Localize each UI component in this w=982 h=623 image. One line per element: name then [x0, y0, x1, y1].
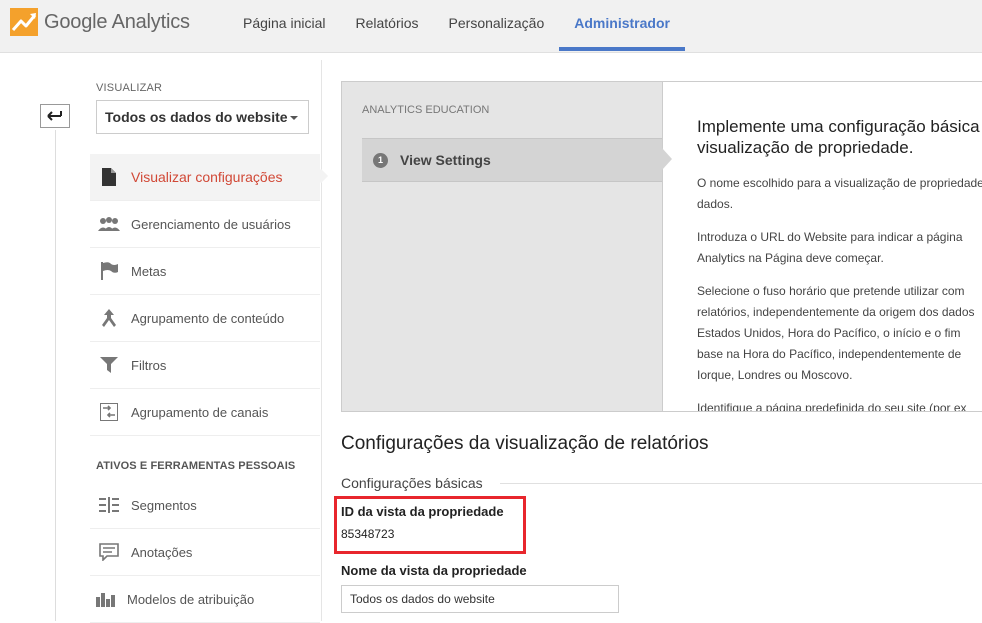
section-personal-tools: ATIVOS E FERRAMENTAS PESSOAIS — [96, 460, 296, 472]
tab-pagina-inicial[interactable]: Página inicial — [228, 0, 341, 51]
view-name-label: Nome da vista da propriedade — [341, 563, 527, 578]
page-title: Configurações da visualização de relatór… — [341, 433, 709, 454]
education-paragraph: Selecione o fuso horário que pretende ut… — [697, 281, 982, 386]
education-heading-line2: visualização de propriedade. — [697, 138, 914, 157]
channel-icon — [98, 402, 120, 422]
view-menu: Visualizar configurações Gerenciamento d… — [90, 154, 320, 436]
sidebar-item-label: Agrupamento de canais — [131, 404, 269, 420]
education-paragraph: Introduza o URL do Website para indicar … — [697, 227, 982, 269]
education-paragraph: O nome escolhido para a visualização de … — [697, 173, 982, 215]
top-bar: Google Analytics Página inicial Relatóri… — [0, 0, 982, 53]
sidebar-item-label: Gerenciamento de usuários — [131, 216, 291, 232]
segments-icon — [98, 495, 120, 515]
education-text-line: Estados Unidos, Hora do Pacífico, o iníc… — [697, 326, 961, 340]
back-button[interactable] — [40, 104, 70, 128]
education-text-line: relatórios, independentemente da origem … — [697, 305, 975, 319]
annotation-icon — [98, 542, 120, 562]
education-label: ANALYTICS EDUCATION — [362, 104, 490, 116]
view-id-label: ID da vista da propriedade — [341, 504, 504, 519]
document-icon — [98, 167, 120, 187]
section-subtitle: Configurações básicas — [341, 475, 483, 491]
view-label: VISUALIZAR — [96, 82, 163, 94]
education-text-line: Selecione o fuso horário que pretende ut… — [697, 284, 965, 298]
section-divider — [500, 483, 982, 484]
sidebar-item-label: Segmentos — [131, 497, 197, 513]
sidebar-item-attribution-models[interactable]: Modelos de atribuição — [90, 576, 320, 623]
main-nav: Página inicial Relatórios Personalização… — [228, 0, 685, 52]
sidebar-divider-line — [55, 130, 56, 621]
brand-analytics: Analytics — [111, 10, 190, 33]
filter-icon — [98, 355, 120, 375]
sidebar-item-segments[interactable]: Segmentos — [90, 482, 320, 529]
merge-icon — [98, 308, 120, 328]
sidebar-item-channel-grouping[interactable]: Agrupamento de canais — [90, 389, 320, 436]
tab-relatorios[interactable]: Relatórios — [341, 0, 434, 51]
view-id-value: 85348723 — [341, 527, 395, 541]
education-paragraph: Identifique a página predefinida do seu … — [697, 398, 982, 412]
sidebar-item-annotations[interactable]: Anotações — [90, 529, 320, 576]
education-content: Implemente uma configuração básica visua… — [697, 116, 982, 412]
view-select-value: Todos os dados do website — [105, 109, 288, 125]
sidebar-item-user-management[interactable]: Gerenciamento de usuários — [90, 201, 320, 248]
flag-icon — [98, 261, 120, 281]
tab-personalizacao[interactable]: Personalização — [434, 0, 560, 51]
analytics-education-panel: ANALYTICS EDUCATION 1 View Settings Impl… — [341, 81, 982, 412]
chevron-down-icon — [290, 116, 298, 120]
sidebar-item-view-settings[interactable]: Visualizar configurações — [90, 154, 320, 201]
sidebar-item-filters[interactable]: Filtros — [90, 342, 320, 389]
view-select[interactable]: Todos os dados do website — [96, 100, 309, 134]
personal-menu: Segmentos Anotações Modelos de atribuiçã… — [90, 482, 320, 623]
education-text-line: Identifique a página predefinida do seu … — [697, 401, 967, 412]
brand-name: Google Analytics — [44, 11, 190, 34]
education-step-view-settings[interactable]: 1 View Settings — [362, 138, 662, 182]
step-number-badge: 1 — [373, 152, 388, 168]
back-arrow-icon — [47, 111, 62, 121]
education-text-line: Introduza o URL do Website para indicar … — [697, 230, 963, 244]
education-text-line: Analytics na Página deve começar. — [697, 251, 884, 265]
sidebar-item-label: Agrupamento de conteúdo — [131, 310, 285, 326]
education-text-line: Iorque, Londres ou Moscovo. — [697, 368, 853, 382]
education-heading-line1: Implemente uma configuração básica — [697, 117, 980, 136]
brand-google: Google — [44, 10, 108, 33]
step-label: View Settings — [400, 152, 491, 168]
education-text-line: O nome escolhido para a visualização de … — [697, 176, 982, 190]
sidebar-item-label: Metas — [131, 263, 167, 279]
education-text-line: dados. — [697, 197, 734, 211]
sidebar-item-label: Anotações — [131, 544, 193, 560]
sidebar-item-content-grouping[interactable]: Agrupamento de conteúdo — [90, 295, 320, 342]
users-icon — [98, 214, 120, 234]
view-name-input[interactable] — [341, 585, 619, 613]
analytics-logo-icon — [10, 8, 38, 36]
sidebar-item-label: Visualizar configurações — [131, 169, 283, 185]
education-heading: Implemente uma configuração básica visua… — [697, 116, 982, 158]
bars-icon — [95, 589, 117, 609]
google-analytics-logo[interactable]: Google Analytics — [10, 8, 190, 36]
education-text-line: base na Hora do Pacífico, independenteme… — [697, 347, 962, 361]
tab-administrador[interactable]: Administrador — [559, 0, 685, 51]
step-pointer — [662, 148, 672, 170]
education-steps: ANALYTICS EDUCATION 1 View Settings — [342, 82, 672, 411]
sidebar-item-label: Modelos de atribuição — [127, 591, 255, 607]
sidebar-item-goals[interactable]: Metas — [90, 248, 320, 295]
sidebar-item-label: Filtros — [131, 357, 167, 373]
